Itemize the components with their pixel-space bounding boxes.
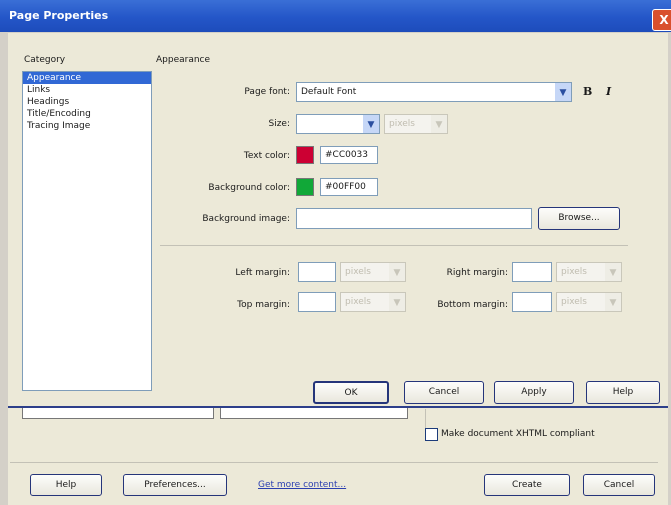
ok-button[interactable]: OK [313,381,389,404]
top-margin-input[interactable] [298,292,336,312]
category-item-appearance[interactable]: Appearance [23,72,151,84]
right-margin-label: Right margin: [446,268,508,278]
separator [160,245,628,246]
background-image-label: Background image: [202,214,290,224]
left-margin-unit-select[interactable]: pixels ▼ [340,262,406,282]
browse-button[interactable]: Browse... [538,207,620,230]
right-margin-unit-value: pixels [561,267,587,277]
background-color-swatch[interactable] [296,178,314,196]
category-item-tracing-image[interactable]: Tracing Image [23,120,151,132]
bottom-margin-unit-value: pixels [561,297,587,307]
top-margin-unit-select[interactable]: pixels ▼ [340,292,406,312]
list-panel [220,408,408,419]
chevron-down-icon: ▼ [605,293,621,311]
category-item-title-encoding[interactable]: Title/Encoding [23,108,151,120]
preferences-button[interactable]: Preferences... [123,474,227,496]
size-select[interactable]: ▼ [296,114,380,134]
panel-header: Appearance [156,55,211,65]
page-font-select[interactable]: Default Font ▼ [296,82,572,102]
text-color-value: #CC0033 [325,150,369,160]
title-bar: Page Properties [0,0,671,32]
category-item-headings[interactable]: Headings [23,96,151,108]
xhtml-checkbox-label: Make document XHTML compliant [441,429,595,439]
text-color-field[interactable]: #CC0033 [320,146,378,164]
left-margin-unit-value: pixels [345,267,371,277]
chevron-down-icon: ▼ [431,115,447,133]
footer-help-button[interactable]: Help [30,474,102,496]
size-unit-select[interactable]: pixels ▼ [384,114,448,134]
get-more-content-link[interactable]: Get more content... [258,480,346,490]
size-unit-value: pixels [389,119,415,129]
chevron-down-icon: ▼ [555,83,571,101]
text-color-swatch[interactable] [296,146,314,164]
window-title: Page Properties [9,9,109,22]
create-button[interactable]: Create [484,474,570,496]
apply-button[interactable]: Apply [494,381,574,404]
background-image-input[interactable] [296,208,532,229]
chevron-down-icon: ▼ [389,293,405,311]
page-font-label: Page font: [244,87,290,97]
size-label: Size: [268,119,290,129]
background-color-label: Background color: [208,183,290,193]
background-color-field[interactable]: #00FF00 [320,178,378,196]
top-margin-label: Top margin: [237,300,290,310]
background-color-value: #00FF00 [325,182,366,192]
right-margin-input[interactable] [512,262,552,282]
xhtml-checkbox[interactable] [425,428,438,441]
bold-button[interactable]: B [583,85,592,98]
left-margin-label: Left margin: [235,268,290,278]
category-item-links[interactable]: Links [23,84,151,96]
chevron-down-icon: ▼ [389,263,405,281]
close-button[interactable]: X [652,9,671,31]
page-font-value: Default Font [301,87,357,97]
left-margin-input[interactable] [298,262,336,282]
help-button[interactable]: Help [586,381,660,404]
cancel-button[interactable]: Cancel [404,381,484,404]
bottom-margin-input[interactable] [512,292,552,312]
footer-cancel-button[interactable]: Cancel [583,474,655,496]
chevron-down-icon: ▼ [363,115,379,133]
category-list[interactable]: Appearance Links Headings Title/Encoding… [22,71,152,391]
right-margin-unit-select[interactable]: pixels ▼ [556,262,622,282]
separator [10,462,658,463]
category-header: Category [24,55,66,65]
bottom-margin-label: Bottom margin: [437,300,508,310]
chevron-down-icon: ▼ [605,263,621,281]
text-color-label: Text color: [243,151,290,161]
bottom-margin-unit-select[interactable]: pixels ▼ [556,292,622,312]
list-panel [22,408,214,419]
top-margin-unit-value: pixels [345,297,371,307]
italic-button[interactable]: I [606,85,611,98]
